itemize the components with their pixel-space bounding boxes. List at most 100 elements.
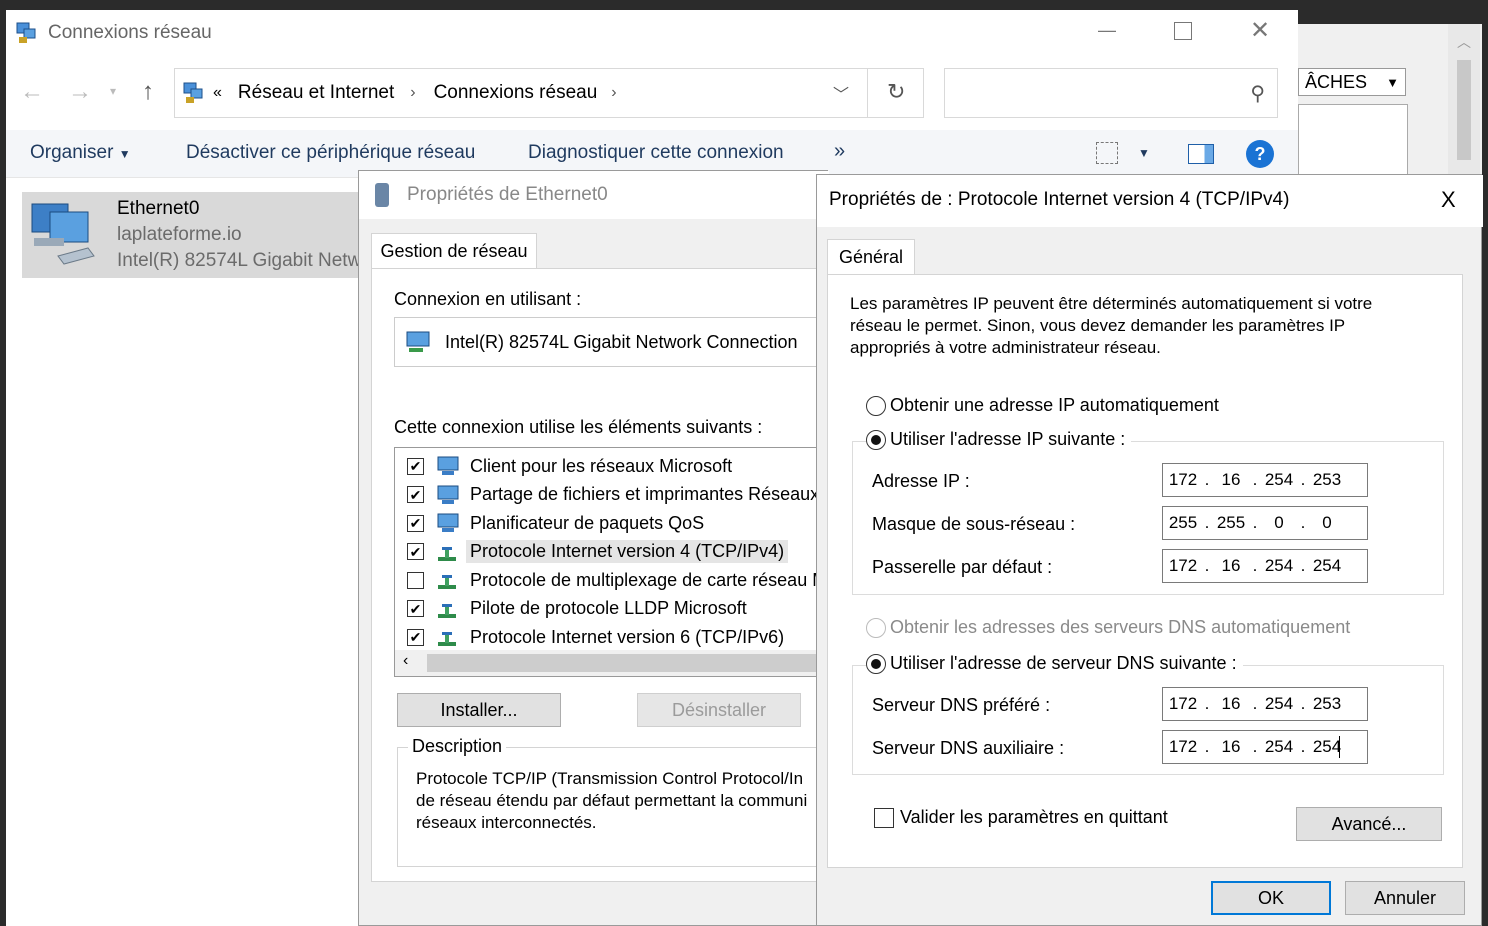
breadcrumb-item[interactable]: Réseau et Internet bbox=[238, 82, 394, 104]
item-checkbox[interactable]: ✔ bbox=[407, 628, 424, 646]
more-commands-button[interactable]: » bbox=[834, 140, 845, 163]
item-label: Planificateur de paquets QoS bbox=[470, 512, 705, 533]
subnet-mask-field[interactable]: 255. 255. 0. 0 bbox=[1162, 506, 1368, 540]
validate-label: Valider les paramètres en quittant bbox=[900, 807, 1168, 827]
text-caret bbox=[1339, 736, 1340, 758]
radio-auto-ip[interactable]: Obtenir une adresse IP automatiquement bbox=[866, 395, 1219, 416]
tab-gestion-reseau-label: Gestion de réseau bbox=[380, 241, 528, 261]
gateway-label: Passerelle par défaut : bbox=[872, 557, 1053, 577]
list-item[interactable]: ✔ Protocole Internet version 4 (TCP/IPv4) bbox=[395, 538, 789, 566]
validate-on-exit[interactable]: Valider les paramètres en quittant bbox=[874, 807, 1168, 828]
alternate-dns-field[interactable]: 172. 16. 254. 254 bbox=[1162, 730, 1368, 764]
list-item[interactable]: ✔ Planificateur de paquets QoS bbox=[395, 509, 708, 537]
description-label: Description bbox=[408, 736, 507, 757]
diagnose-button[interactable]: Diagnostiquer cette connexion bbox=[528, 142, 784, 164]
radio-auto-dns-circle[interactable] bbox=[866, 617, 886, 638]
refresh-icon[interactable]: ↻ bbox=[887, 79, 905, 105]
list-item[interactable]: ✔ Protocole Internet version 6 (TCP/IPv6) bbox=[395, 623, 788, 651]
explorer-title: Connexions réseau bbox=[48, 22, 212, 43]
advanced-button[interactable]: Avancé... bbox=[1296, 807, 1442, 841]
ip-dot: . bbox=[1252, 470, 1258, 489]
scrollbar-thumb[interactable] bbox=[427, 654, 827, 672]
ip-octet: 172 bbox=[1168, 694, 1198, 713]
ip-octet: 254 bbox=[1264, 737, 1294, 756]
list-item[interactable]: ✔ Client pour les réseaux Microsoft bbox=[395, 452, 736, 480]
eth-titlebar: Propriétés de Ethernet0 bbox=[359, 171, 829, 219]
scroll-up-icon[interactable]: ︿ bbox=[1448, 24, 1480, 52]
item-checkbox[interactable]: ✔ bbox=[407, 600, 424, 617]
radio-auto-dns[interactable]: Obtenir les adresses des serveurs DNS au… bbox=[866, 617, 1350, 638]
minimize-button[interactable]: — bbox=[1098, 20, 1116, 41]
breadcrumb-overflow-icon[interactable]: « bbox=[213, 84, 222, 102]
preferred-dns-field[interactable]: 172. 16. 254. 253 bbox=[1162, 687, 1368, 721]
item-checkbox[interactable]: ✔ bbox=[407, 543, 424, 560]
ethernet-small-icon bbox=[375, 183, 389, 207]
ip-octet: 255 bbox=[1168, 513, 1198, 532]
list-item[interactable]: ✔ Partage de fichiers et imprimantes Rése… bbox=[395, 481, 833, 509]
search-icon[interactable]: ⚲ bbox=[1250, 81, 1265, 106]
preview-pane-icon[interactable] bbox=[1188, 144, 1214, 164]
chevron-right-icon[interactable]: › bbox=[611, 84, 616, 102]
ip-octet: 254 bbox=[1312, 556, 1342, 575]
chevron-down-icon[interactable]: ▼ bbox=[1138, 146, 1150, 160]
search-input[interactable]: ⚲ bbox=[944, 68, 1278, 118]
ipv4-titlebar: Propriétés de : Protocole Internet versi… bbox=[817, 175, 1483, 227]
tab-gestion-reseau[interactable]: Gestion de réseau bbox=[371, 233, 537, 269]
help-icon[interactable]: ? bbox=[1246, 140, 1274, 168]
organize-label: Organiser bbox=[30, 142, 114, 163]
cancel-button-label: Annuler bbox=[1373, 887, 1437, 908]
item-label: Protocole de multiplexage de carte résea… bbox=[470, 569, 832, 590]
nav-back-button[interactable]: ← bbox=[20, 78, 44, 106]
scroll-left-icon[interactable]: ‹ bbox=[403, 652, 408, 670]
install-button[interactable]: Installer... bbox=[397, 693, 561, 727]
chevron-down-icon: ▼ bbox=[1386, 74, 1399, 90]
disable-device-button[interactable]: Désactiver ce périphérique réseau bbox=[186, 142, 475, 164]
items-list[interactable]: ✔ Client pour les réseaux Microsoft ✔ Parta… bbox=[394, 447, 834, 677]
item-checkbox[interactable]: ✔ bbox=[407, 457, 424, 475]
explorer-titlebar: Connexions réseau — ✕ bbox=[6, 10, 1298, 56]
chevron-right-icon[interactable]: › bbox=[410, 84, 415, 102]
list-item[interactable]: ✔ Pilote de protocole LLDP Microsoft bbox=[395, 595, 751, 623]
cancel-button[interactable]: Annuler bbox=[1345, 881, 1465, 915]
address-bar[interactable]: « Réseau et Internet › Connexions réseau… bbox=[174, 68, 924, 118]
validate-checkbox[interactable] bbox=[874, 807, 894, 828]
ok-button-label: OK bbox=[1257, 887, 1284, 908]
nav-forward-button[interactable]: → bbox=[68, 78, 92, 106]
uninstall-button[interactable]: Désinstaller bbox=[637, 693, 801, 727]
ip-dot: . bbox=[1252, 737, 1258, 756]
radio-auto-ip-circle[interactable] bbox=[866, 395, 886, 416]
scrollbar-thumb[interactable] bbox=[1457, 60, 1471, 160]
ip-dot: . bbox=[1300, 737, 1306, 756]
horizontal-scrollbar[interactable]: ‹ bbox=[395, 650, 833, 676]
description-line: de réseau étendu par défaut permettant l… bbox=[416, 791, 808, 810]
maximize-button[interactable] bbox=[1174, 22, 1192, 40]
ip-dot: . bbox=[1252, 513, 1258, 532]
item-checkbox[interactable] bbox=[407, 571, 424, 589]
change-view-icon[interactable] bbox=[1096, 142, 1118, 164]
radio-manual-ip-circle[interactable] bbox=[866, 429, 886, 450]
connection-item-ethernet0[interactable]: Ethernet0 laplateforme.io Intel(R) 82574… bbox=[22, 192, 372, 278]
ip-dot: . bbox=[1300, 694, 1306, 713]
items-label: Cette connexion utilise les éléments sui… bbox=[394, 417, 763, 437]
chevron-down-icon[interactable]: ﹀ bbox=[833, 81, 849, 105]
item-checkbox[interactable]: ✔ bbox=[407, 486, 424, 503]
recent-locations-icon[interactable]: ▾ bbox=[110, 84, 116, 98]
radio-manual-dns[interactable]: Utiliser l'adresse de serveur DNS suivan… bbox=[866, 653, 1243, 674]
nav-up-button[interactable]: ↑ bbox=[142, 78, 154, 106]
list-item[interactable]: Protocole de multiplexage de carte résea… bbox=[395, 566, 833, 594]
gateway-field[interactable]: 172. 16. 254. 254 bbox=[1162, 549, 1368, 583]
radio-manual-dns-circle[interactable] bbox=[866, 653, 886, 674]
organize-menu[interactable]: Organiser ▼ bbox=[30, 142, 131, 164]
protocol-icon bbox=[436, 569, 460, 591]
close-button[interactable]: ✕ bbox=[1250, 16, 1270, 45]
breadcrumb-item[interactable]: Connexions réseau bbox=[434, 82, 598, 104]
close-button[interactable]: X bbox=[1441, 187, 1456, 213]
radio-manual-ip[interactable]: Utiliser l'adresse IP suivante : bbox=[866, 429, 1132, 450]
tab-general[interactable]: Général bbox=[827, 239, 915, 275]
intro-line: appropriés à votre administrateur réseau… bbox=[850, 338, 1161, 357]
item-checkbox[interactable]: ✔ bbox=[407, 514, 424, 532]
ip-octet: 172 bbox=[1168, 470, 1198, 489]
ok-button[interactable]: OK bbox=[1211, 881, 1331, 915]
ip-address-field[interactable]: 172. 16. 254. 253 bbox=[1162, 463, 1368, 497]
background-dropdown[interactable]: ÂCHES ▼ bbox=[1298, 68, 1406, 96]
